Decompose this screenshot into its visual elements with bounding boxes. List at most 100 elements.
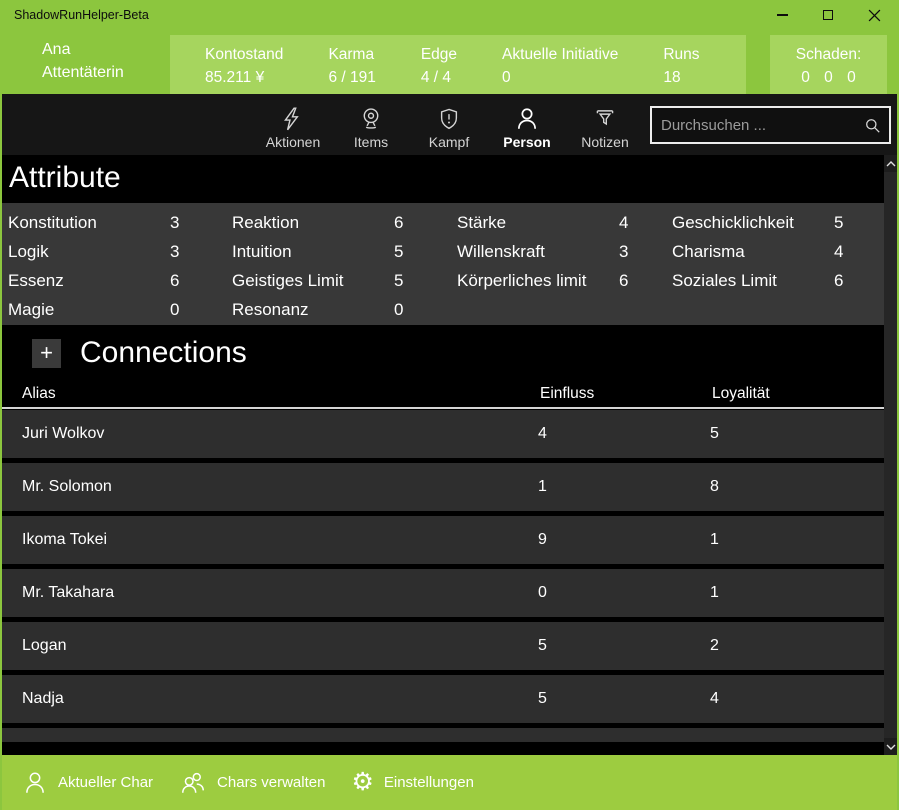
scroll-up-button[interactable] bbox=[884, 155, 897, 172]
tab-kampf[interactable]: Kampf bbox=[410, 94, 488, 155]
titlebar: ShadowRunHelper-Beta bbox=[2, 0, 897, 33]
tab-label: Aktionen bbox=[265, 134, 321, 150]
person-icon bbox=[26, 771, 44, 793]
attribute-value: 5 bbox=[394, 241, 404, 261]
character-first-name: Ana bbox=[42, 41, 71, 58]
connection-alias: Juri Wolkov bbox=[22, 425, 105, 442]
footer-item-label: Aktueller Char bbox=[58, 774, 154, 791]
attribute-reaktion[interactable]: Reaktion 6 bbox=[232, 208, 457, 237]
stat-value: 6 / 191 bbox=[328, 69, 376, 86]
attribute-konstitution[interactable]: Konstitution 3 bbox=[8, 208, 232, 237]
footer-item-chars-verwalten[interactable]: Chars verwalten bbox=[179, 770, 325, 796]
attribute-essenz[interactable]: Essenz 6 bbox=[8, 266, 232, 295]
chevron-down-icon bbox=[886, 744, 895, 750]
search-icon[interactable] bbox=[863, 116, 882, 135]
attribute-value: 0 bbox=[394, 299, 404, 319]
table-row-partial[interactable] bbox=[2, 728, 884, 742]
attribute-label: Intuition bbox=[232, 241, 292, 261]
stat-value: 0 bbox=[502, 69, 511, 86]
table-row[interactable]: Ikoma Tokei 9 1 bbox=[2, 516, 884, 564]
attribute-value: 5 bbox=[834, 212, 844, 232]
footer-item-aktueller-char[interactable]: Aktueller Char bbox=[22, 770, 153, 796]
nav-tabs: Aktionen Items Kampf Person Notizen bbox=[254, 94, 644, 155]
person-icon bbox=[518, 108, 536, 129]
tab-aktionen[interactable]: Aktionen bbox=[254, 94, 332, 155]
stat-edge: Edge 4 / 4 bbox=[421, 44, 457, 94]
attribute-value: 3 bbox=[170, 212, 180, 232]
connection-loyalitaet: 5 bbox=[710, 425, 719, 442]
attribute-label: Geistiges Limit bbox=[232, 270, 344, 290]
column-header-einfluss: Einfluss bbox=[540, 385, 595, 402]
webcam-icon bbox=[363, 108, 379, 129]
connection-einfluss: 5 bbox=[538, 637, 547, 654]
connection-alias: Ikoma Tokei bbox=[22, 531, 108, 548]
table-row[interactable]: Mr. Solomon 1 8 bbox=[2, 463, 884, 511]
funnel-icon bbox=[596, 110, 614, 126]
attribute-charisma[interactable]: Charisma 4 bbox=[672, 237, 884, 266]
attribute-value: 4 bbox=[834, 241, 844, 261]
attribute-label: Resonanz bbox=[232, 299, 309, 319]
gear-icon: ⚙ bbox=[351, 768, 374, 796]
vertical-scrollbar[interactable] bbox=[884, 155, 897, 755]
stat-label: Runs bbox=[663, 46, 700, 63]
stat-kontostand: Kontostand 85.211 ¥ bbox=[205, 44, 283, 94]
scroll-down-button[interactable] bbox=[884, 738, 897, 755]
attribute-logik[interactable]: Logik 3 bbox=[8, 237, 232, 266]
search-input[interactable] bbox=[652, 116, 863, 134]
table-header-divider bbox=[2, 407, 884, 409]
add-connection-button[interactable]: + bbox=[32, 339, 61, 368]
tab-label: Person bbox=[503, 134, 551, 150]
connection-einfluss: 5 bbox=[538, 690, 547, 707]
window-controls bbox=[759, 0, 897, 30]
connection-loyalitaet: 1 bbox=[710, 531, 719, 548]
stat-value: 18 bbox=[663, 69, 681, 86]
close-button[interactable] bbox=[851, 0, 897, 30]
people-icon bbox=[182, 772, 205, 793]
attribute-value: 6 bbox=[394, 212, 404, 232]
damage-label: Schaden: bbox=[795, 46, 862, 63]
maximize-button[interactable] bbox=[805, 0, 851, 30]
attribute-label: Essenz bbox=[8, 270, 64, 290]
table-row[interactable]: Nadja 5 4 bbox=[2, 675, 884, 723]
attribute-value: 3 bbox=[170, 241, 180, 261]
attribute-label: Körperliches limit bbox=[457, 270, 587, 290]
attributes-grid: Konstitution 3 Reaktion 6 Stärke 4 Geschick… bbox=[2, 203, 884, 325]
stat-runs: Runs 18 bbox=[663, 44, 699, 94]
stat-label: Karma bbox=[328, 46, 375, 63]
footer-item-label: Einstellungen bbox=[383, 774, 474, 791]
table-row[interactable]: Mr. Takahara 0 1 bbox=[2, 569, 884, 617]
attribute-value: 4 bbox=[619, 212, 629, 232]
attribute-soziales-limit[interactable]: Soziales Limit 6 bbox=[672, 266, 884, 295]
attribute-label: Magie bbox=[8, 299, 55, 319]
tab-person[interactable]: Person bbox=[488, 94, 566, 155]
footer-bar: Aktueller Char Chars verwalten ⚙ Einstel… bbox=[2, 755, 897, 810]
attribute-staerke[interactable]: Stärke 4 bbox=[457, 208, 672, 237]
attribute-willenskraft[interactable]: Willenskraft 3 bbox=[457, 237, 672, 266]
chevron-up-icon bbox=[886, 160, 895, 166]
attribute-intuition[interactable]: Intuition 5 bbox=[232, 237, 457, 266]
attribute-value: 6 bbox=[834, 270, 844, 290]
footer-item-einstellungen[interactable]: ⚙ Einstellungen bbox=[351, 770, 474, 795]
window-title: ShadowRunHelper-Beta bbox=[14, 8, 149, 22]
tab-items[interactable]: Items bbox=[332, 94, 410, 155]
attributes-section-title: Attribute bbox=[9, 161, 121, 194]
attribute-label: Willenskraft bbox=[457, 241, 545, 261]
attribute-koerperliches-limit[interactable]: Körperliches limit 6 bbox=[457, 266, 672, 295]
attribute-geschicklichkeit[interactable]: Geschicklichkeit 5 bbox=[672, 208, 884, 237]
connection-einfluss: 1 bbox=[538, 478, 547, 495]
connection-einfluss: 9 bbox=[538, 531, 547, 548]
minimize-icon bbox=[776, 14, 788, 16]
attribute-resonanz[interactable]: Resonanz 0 bbox=[232, 295, 457, 324]
table-row[interactable]: Logan 5 2 bbox=[2, 622, 884, 670]
stat-karma: Karma 6 / 191 bbox=[328, 44, 375, 94]
attribute-value: 6 bbox=[619, 270, 629, 290]
connection-loyalitaet: 2 bbox=[710, 637, 719, 654]
attribute-magie[interactable]: Magie 0 bbox=[8, 295, 232, 324]
minimize-button[interactable] bbox=[759, 0, 805, 30]
table-row[interactable]: Juri Wolkov 4 5 bbox=[2, 410, 884, 458]
attribute-geistiges-limit[interactable]: Geistiges Limit 5 bbox=[232, 266, 457, 295]
attribute-value: 3 bbox=[619, 241, 629, 261]
connections-table: Juri Wolkov 4 5 Mr. Solomon 1 8 Ikoma To… bbox=[2, 410, 884, 742]
stat-value: 85.211 ¥ bbox=[205, 69, 265, 86]
tab-notizen[interactable]: Notizen bbox=[566, 94, 644, 155]
